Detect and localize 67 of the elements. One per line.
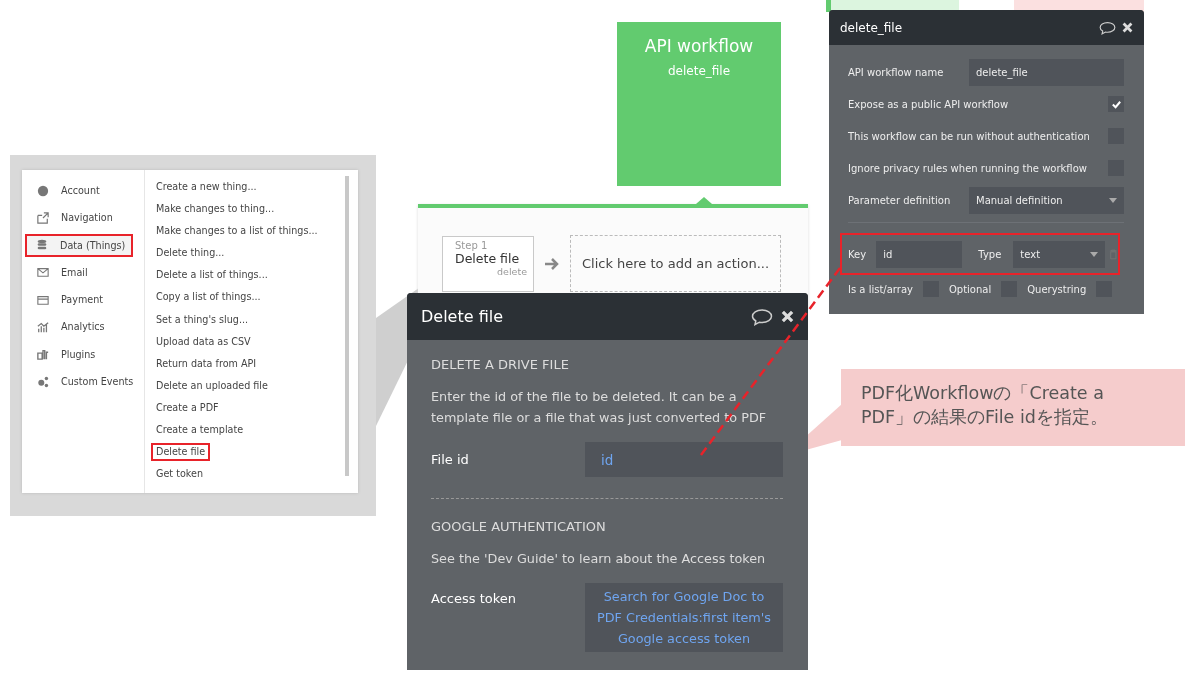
action-item[interactable]: Get token	[151, 465, 208, 484]
comment-icon[interactable]	[751, 307, 773, 326]
parameter-definition-dropdown[interactable]: Manual definition	[969, 187, 1124, 214]
check-icon	[1110, 98, 1122, 110]
action-item[interactable]: Delete file	[151, 443, 211, 462]
field-label: File id	[431, 452, 470, 467]
block-name: delete_file	[666, 64, 732, 78]
caret-icon	[1090, 251, 1099, 257]
option-label: Querystring	[1027, 283, 1087, 295]
category-item[interactable]: Custom Events	[22, 370, 144, 394]
key-field[interactable]: id	[876, 240, 963, 268]
option-label: This workflow can be run without authentication	[848, 130, 1090, 142]
panel-title: Delete file	[421, 307, 505, 326]
workflow-name-field[interactable]: delete_file	[969, 59, 1124, 86]
category-icon	[36, 239, 48, 252]
category-item[interactable]: Email	[22, 260, 144, 284]
scrollbar[interactable]	[345, 176, 349, 476]
action-item[interactable]: Delete a list of things...	[151, 266, 273, 285]
field-label: Access token	[431, 591, 517, 606]
category-item[interactable]: Data (Things)	[25, 233, 133, 257]
action-item[interactable]: Make changes to thing...	[151, 200, 280, 219]
category-icon	[37, 321, 49, 333]
panel-title: delete_file	[840, 20, 904, 35]
caret-icon	[1109, 198, 1117, 203]
option-label: Is a list/array	[848, 283, 913, 295]
category-icon	[37, 375, 49, 388]
action-item[interactable]: Copy a list of things...	[151, 288, 266, 307]
type-dropdown[interactable]: text	[1013, 240, 1106, 268]
action-item[interactable]: Create a new thing...	[151, 178, 262, 196]
option-label: Optional	[948, 283, 992, 295]
action-item[interactable]: Delete thing...	[151, 244, 230, 263]
add-action-button[interactable]: Click here to add an action...	[570, 235, 781, 292]
comment-icon[interactable]	[1099, 20, 1116, 35]
category-item[interactable]: Account	[22, 179, 144, 202]
block-title: API workflow	[643, 36, 755, 56]
category-item[interactable]: Analytics	[22, 315, 144, 339]
trash-icon[interactable]	[1109, 248, 1118, 260]
checkbox[interactable]	[1108, 96, 1124, 112]
category-icon	[37, 184, 49, 197]
action-item[interactable]: Upload data as CSV	[151, 332, 256, 351]
category-icon	[37, 348, 49, 361]
annotation-text: PDF化Workflowの「Create a PDF」の結果のFile idを指定。	[861, 382, 1109, 429]
close-icon[interactable]	[1122, 22, 1133, 33]
category-icon	[37, 293, 49, 306]
category-item[interactable]: Payment	[22, 288, 144, 312]
section-heading: DELETE A DRIVE FILE	[431, 357, 570, 372]
action-item[interactable]: Make changes to a list of things...	[151, 222, 323, 241]
field-label: Key	[848, 248, 867, 260]
option-label: Ignore privacy rules when running the workflow	[848, 162, 1087, 174]
arrow-icon	[544, 256, 560, 271]
field-label: API workflow name	[848, 67, 944, 78]
category-item[interactable]: Plugins	[22, 342, 144, 366]
category-item[interactable]: Navigation	[22, 206, 144, 230]
option-label: Expose as a public API workflow	[848, 98, 1009, 110]
action-item[interactable]: Delete an uploaded file	[151, 376, 273, 395]
description-text: See the 'Dev Guide' to learn about the Access token	[431, 550, 767, 568]
field-label: Type	[978, 248, 1002, 260]
section-heading: GOOGLE AUTHENTICATION	[431, 519, 607, 534]
category-icon	[37, 266, 49, 279]
action-item[interactable]: Set a thing's slug...	[151, 310, 254, 329]
close-icon[interactable]	[781, 310, 794, 323]
action-item[interactable]: Create a template	[151, 421, 249, 440]
action-item[interactable]: Return data from API	[151, 354, 262, 373]
category-icon	[37, 211, 49, 224]
action-item[interactable]: Create a PDF	[151, 398, 224, 417]
step-card[interactable]: Step 1 Delete file delete	[442, 235, 534, 292]
field-label: Parameter definition	[848, 195, 951, 206]
